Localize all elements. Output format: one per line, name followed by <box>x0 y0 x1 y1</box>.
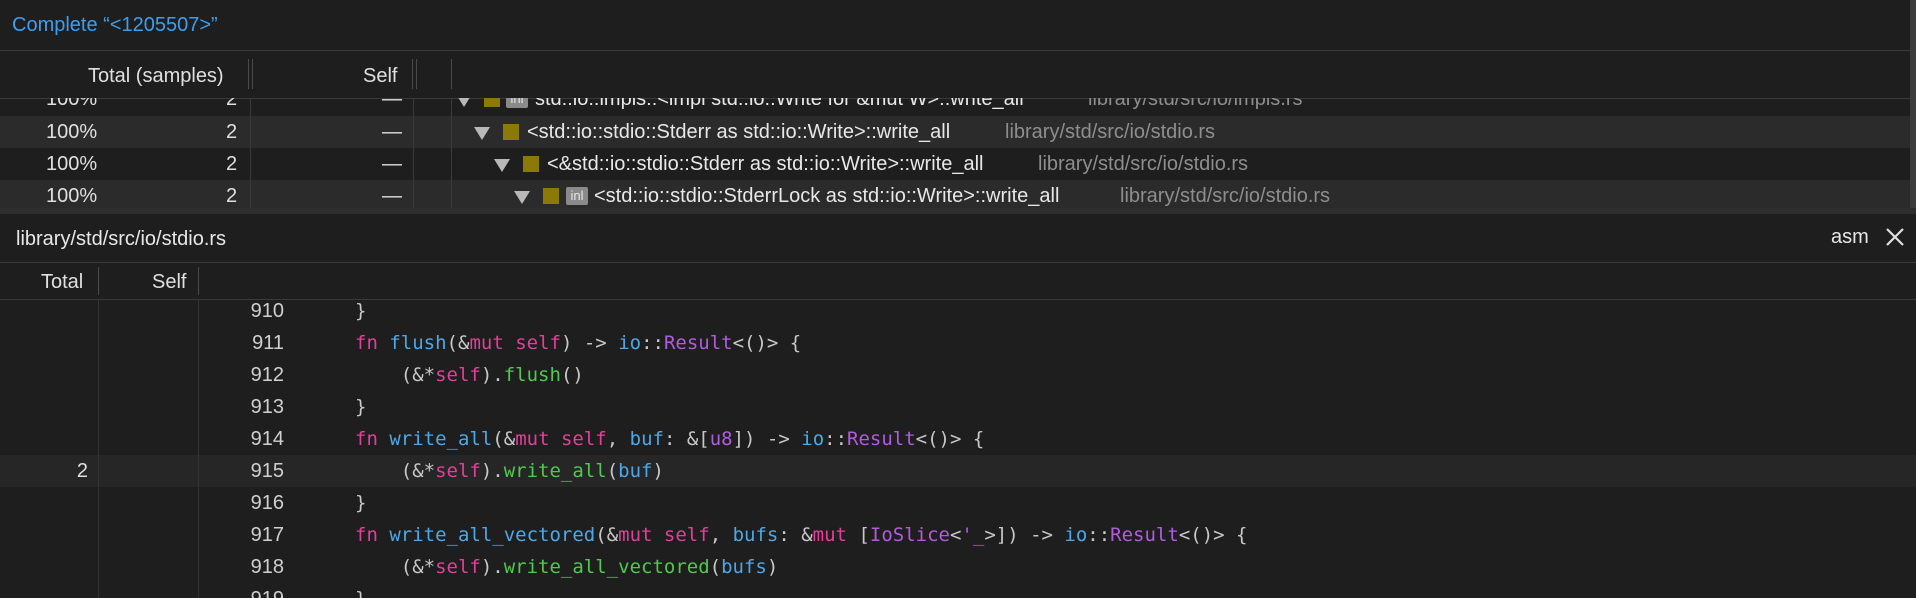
total-percent: 100% <box>46 121 98 143</box>
function-name: <std::io::stdio::StderrLock as std::io::… <box>594 185 1060 207</box>
category-color-icon <box>543 188 559 204</box>
function-name: std::io::impls::<impl std::io::Write for… <box>535 98 1024 110</box>
line-number: 914 <box>250 428 284 450</box>
total-percent: 100% <box>46 153 98 175</box>
line-number: 913 <box>250 396 284 418</box>
line-total: 2 <box>76 460 88 482</box>
self-samples: — <box>382 185 402 207</box>
file-path: library/std/src/io/stdio.rs <box>1005 121 1216 143</box>
line-number: 918 <box>250 556 284 578</box>
total-percent: 100% <box>46 98 98 110</box>
total-samples-column-header[interactable]: Total (samples) <box>88 65 224 88</box>
source-self-column-header[interactable]: Self <box>152 271 186 294</box>
code-line: 917 fn write_all_vectored(&mut self, buf… <box>0 519 1916 551</box>
self-samples: — <box>382 121 402 143</box>
total-samples: 2 <box>226 153 238 175</box>
code-line: 916 } <box>0 487 1916 519</box>
tree-column-header: Total (samples) Self <box>0 51 1910 99</box>
code-text: (&*self).write_all_vectored(bufs) <box>355 556 779 578</box>
code-line: 913 } <box>0 391 1916 423</box>
tree-row[interactable]: 100% 2 — inl <std::io::stdio::StderrLock… <box>0 180 1910 208</box>
code-text: } <box>355 492 367 514</box>
code-line: 910 } <box>0 300 1916 327</box>
line-number: 911 <box>252 332 284 354</box>
code-text: fn flush(&mut self) -> io::Result<()> { <box>355 332 802 354</box>
inline-badge: inl <box>566 187 588 205</box>
function-name: <std::io::stdio::Stderr as std::io::Writ… <box>527 121 951 143</box>
code-text: } <box>355 300 367 322</box>
line-number: 910 <box>250 300 284 322</box>
line-number: 916 <box>250 492 284 514</box>
self-samples: — <box>382 153 402 175</box>
category-color-icon <box>503 124 519 140</box>
column-divider <box>413 98 414 208</box>
source-column-header: Total Self <box>0 263 1916 300</box>
total-samples: 2 <box>226 185 238 207</box>
file-path: library/std/src/io/stdio.rs <box>1038 153 1249 175</box>
column-resize-handle[interactable] <box>248 59 249 89</box>
call-tree: 100% 2 — inl std::io::impls::<impl std::… <box>0 98 1910 208</box>
tree-row[interactable]: 100% 2 — inl std::io::impls::<impl std::… <box>0 98 1910 115</box>
column-divider <box>451 98 452 208</box>
code-line-hot: 2 915 (&*self).write_all(buf) <box>0 455 1916 487</box>
code-text: fn write_all_vectored(&mut self, bufs: &… <box>355 524 1248 546</box>
source-view-header: library/std/src/io/stdio.rs asm <box>0 214 1916 263</box>
column-divider <box>416 59 417 89</box>
function-name: <&std::io::stdio::Stderr as std::io::Wri… <box>547 153 984 175</box>
line-number: 917 <box>250 524 284 546</box>
inline-badge: inl <box>506 98 528 108</box>
column-divider <box>98 300 99 598</box>
total-percent: 100% <box>46 185 98 207</box>
total-samples: 2 <box>226 121 238 143</box>
code-line: 919 } <box>0 583 1916 598</box>
complete-thread-link[interactable]: Complete “<1205507>” <box>12 14 218 37</box>
column-divider <box>198 267 199 295</box>
column-divider <box>451 59 452 89</box>
source-code-view: 910 } 911 fn flush(&mut self) -> io::Res… <box>0 300 1916 598</box>
tree-scrollbar[interactable] <box>1910 0 1916 208</box>
code-line: 914 fn write_all(&mut self, buf: &[u8]) … <box>0 423 1916 455</box>
code-text: } <box>355 588 366 598</box>
code-line: 912 (&*self).flush() <box>0 359 1916 391</box>
top-bar: Complete “<1205507>” <box>0 0 1910 51</box>
close-icon[interactable] <box>1882 224 1908 250</box>
column-divider <box>252 59 253 89</box>
code-line: 918 (&*self).write_all_vectored(bufs) <box>0 551 1916 583</box>
tree-row-selected[interactable]: 100% 2 — <std::io::stdio::Stderr as std:… <box>0 116 1910 148</box>
line-number: 915 <box>250 460 284 482</box>
source-file-path: library/std/src/io/stdio.rs <box>16 228 227 250</box>
column-resize-handle[interactable] <box>412 59 413 89</box>
category-color-icon <box>523 156 539 172</box>
triangle-down-icon[interactable] <box>514 191 530 204</box>
triangle-down-icon[interactable] <box>456 98 472 107</box>
file-path: library/std/src/io/impls.rs <box>1088 98 1303 110</box>
triangle-down-icon[interactable] <box>474 127 490 140</box>
triangle-down-icon[interactable] <box>494 159 510 172</box>
code-text: } <box>355 396 367 418</box>
code-line: 911 fn flush(&mut self) -> io::Result<()… <box>0 327 1916 359</box>
tree-row[interactable]: 100% 2 — <&std::io::stdio::Stderr as std… <box>0 148 1910 180</box>
self-column-header[interactable]: Self <box>363 65 397 88</box>
total-samples: 2 <box>226 98 238 110</box>
code-text: (&*self).write_all(buf) <box>355 460 664 482</box>
code-text: fn write_all(&mut self, buf: &[u8]) -> i… <box>355 428 985 450</box>
source-total-column-header[interactable]: Total <box>41 271 83 294</box>
column-divider <box>250 98 251 208</box>
line-number: 912 <box>250 364 284 386</box>
file-path: library/std/src/io/stdio.rs <box>1120 185 1331 207</box>
asm-toggle-button[interactable]: asm <box>1831 226 1869 249</box>
column-divider <box>198 300 199 598</box>
category-color-icon <box>484 98 500 107</box>
code-text: (&*self).flush() <box>355 364 584 386</box>
column-divider <box>98 267 99 295</box>
self-samples: — <box>382 98 402 110</box>
line-number: 919 <box>220 588 284 598</box>
